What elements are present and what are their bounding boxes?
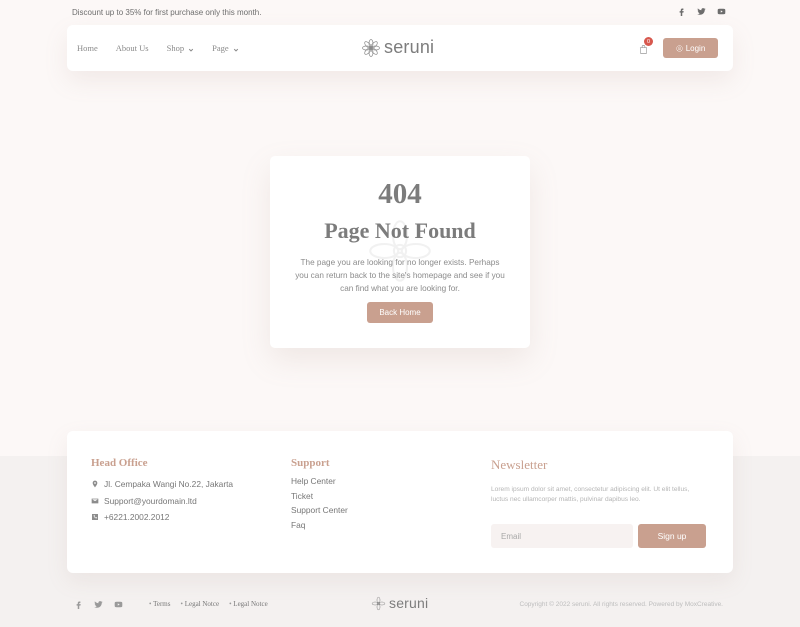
nav-item-page[interactable]: Page (212, 43, 239, 53)
footer-card: Head Office Jl. Cempaka Wangi No.22, Jak… (67, 431, 733, 573)
office-email[interactable]: Support@yourdomain.ltd (91, 493, 233, 510)
cart-count-badge: 0 (644, 37, 653, 46)
cart-button[interactable]: 0 (638, 37, 653, 54)
support-title: Support (291, 457, 330, 469)
support-link-faq[interactable]: Faq (291, 520, 348, 535)
error-code: 404 (378, 178, 422, 210)
support-link-ticket[interactable]: Ticket (291, 491, 348, 506)
twitter-icon[interactable] (94, 600, 103, 609)
legal-link-terms[interactable]: Terms (149, 600, 170, 608)
legal-links: Terms Legal Notce Legal Notce (149, 600, 268, 608)
flower-logo-icon (361, 38, 381, 58)
phone-icon (92, 514, 98, 521)
bottom-social-links (74, 600, 123, 609)
legal-link-notice-2[interactable]: Legal Notce (229, 600, 267, 608)
newsletter-email-input[interactable] (491, 524, 633, 548)
newsletter-description: Lorem ipsum dolor sit amet, consectetur … (491, 486, 690, 503)
error-title: Page Not Found (324, 218, 476, 243)
nav-item-label: Shop (166, 43, 185, 53)
nav-item-about-us[interactable]: About Us (116, 43, 149, 53)
office-phone-text: +6221.2002.2012 (104, 512, 170, 523)
office-address-text: Jl. Cempaka Wangi No.22, Jakarta (104, 479, 234, 490)
copyright-text: Copyright © 2022 seruni. All rights rese… (519, 601, 724, 608)
chevron-down-icon (188, 45, 194, 52)
newsletter-title: Newsletter (491, 457, 548, 472)
nav-menu: Home About Us Shop Page (77, 43, 239, 53)
nav-item-label: Page (212, 43, 229, 53)
support-link-help-center[interactable]: Help Center (291, 476, 348, 491)
login-button[interactable]: Login (663, 38, 718, 58)
youtube-icon[interactable] (114, 600, 123, 609)
youtube-icon[interactable] (717, 7, 726, 16)
footer-logo[interactable]: seruni (371, 595, 428, 611)
login-label: Login (685, 43, 706, 53)
office-phone[interactable]: +6221.2002.2012 (91, 509, 233, 526)
facebook-icon[interactable] (677, 7, 686, 16)
signup-button[interactable]: Sign up (638, 524, 706, 548)
error-message: The page you are looking for no longer e… (295, 258, 505, 293)
back-home-button[interactable]: Back Home (367, 302, 433, 323)
footer-logo-text: seruni (389, 595, 429, 611)
office-address: Jl. Cempaka Wangi No.22, Jakarta (91, 476, 233, 493)
nav-item-label: About Us (115, 43, 149, 53)
user-circle-icon (676, 44, 683, 52)
mail-icon (91, 498, 99, 504)
support-link-support-center[interactable]: Support Center (291, 505, 348, 520)
head-office-title: Head Office (91, 457, 148, 469)
nav-item-home[interactable]: Home (77, 43, 98, 53)
top-social-links (677, 7, 726, 16)
chevron-down-icon (233, 45, 239, 52)
office-email-text: Support@yourdomain.ltd (104, 495, 197, 506)
twitter-icon[interactable] (697, 7, 706, 16)
location-icon (92, 480, 98, 488)
logo-text: seruni (384, 37, 435, 57)
top-bar: Discount up to 35% for first purchase on… (0, 0, 800, 26)
facebook-icon[interactable] (74, 600, 83, 609)
promo-text: Discount up to 35% for first purchase on… (72, 8, 262, 17)
site-logo[interactable]: seruni (361, 37, 434, 58)
support-list: Help Center Ticket Support Center Faq (291, 476, 348, 534)
legal-link-notice[interactable]: Legal Notce (180, 600, 219, 608)
head-office-list: Jl. Cempaka Wangi No.22, Jakarta Support… (91, 476, 233, 526)
main-nav: Home About Us Shop Page seruni 0 Login (67, 25, 733, 71)
error-card: 404 Page Not Found The page you are look… (270, 156, 530, 348)
nav-item-label: Home (77, 43, 98, 53)
flower-logo-icon (371, 596, 386, 611)
nav-item-shop[interactable]: Shop (167, 43, 194, 53)
